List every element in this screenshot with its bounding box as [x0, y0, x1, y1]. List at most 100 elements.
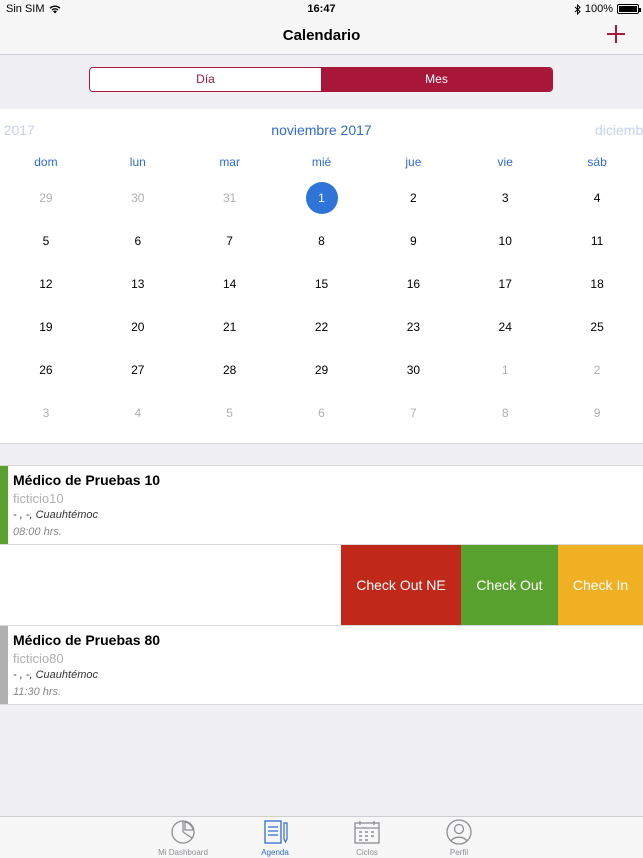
- calendar-day[interactable]: 5: [184, 392, 276, 435]
- event-address: - , -, Cuauhtémoc: [13, 509, 98, 521]
- calendar-day[interactable]: 6: [92, 220, 184, 263]
- battery-icon: [617, 4, 641, 14]
- day-number: 28: [222, 363, 237, 377]
- calendar-icon: [354, 821, 380, 844]
- calendar-day[interactable]: 9: [551, 392, 643, 435]
- calendar-day[interactable]: 8: [459, 392, 551, 435]
- calendar-day[interactable]: 26: [0, 349, 92, 392]
- day-number: 26: [39, 363, 53, 377]
- calendar-week-row: 26 27 28 29 30 1 2: [0, 349, 643, 392]
- day-number: 18: [590, 277, 604, 291]
- check-out-button[interactable]: Check Out: [461, 545, 558, 625]
- calendar-day[interactable]: 22: [276, 306, 368, 349]
- event-list: Médico de Pruebas 10 ficticio10 - , -, C…: [0, 465, 643, 705]
- day-number: 21: [222, 320, 237, 334]
- day-number: 30: [131, 191, 145, 205]
- calendar-day[interactable]: 24: [459, 306, 551, 349]
- weekday-header: dom lun mar mié jue vie sáb: [0, 155, 643, 169]
- segment-month[interactable]: Mes: [321, 68, 552, 91]
- calendar-day[interactable]: 30: [367, 349, 459, 392]
- check-out-ne-button[interactable]: Check Out NE: [341, 545, 461, 625]
- calendar-day[interactable]: 5: [0, 220, 92, 263]
- tab-mi-dashboard[interactable]: Mi Dashboard: [153, 819, 213, 857]
- day-number: 11: [590, 234, 604, 248]
- calendar-day[interactable]: 17: [459, 263, 551, 306]
- month-calendar: e 2017 noviembre 2017 diciemb dom lun ma…: [0, 109, 643, 444]
- status-bar: Sin SIM 16:47 100%: [0, 0, 643, 18]
- calendar-day[interactable]: 4: [92, 392, 184, 435]
- calendar-day[interactable]: 9: [367, 220, 459, 263]
- calendar-day[interactable]: 7: [367, 392, 459, 435]
- swipe-actions-row: Check Out NE Check Out Check In: [0, 545, 643, 625]
- tab-perfil[interactable]: Perfil: [429, 819, 489, 857]
- calendar-day[interactable]: 28: [184, 349, 276, 392]
- tab-ciclos[interactable]: Ciclos: [337, 819, 397, 857]
- weekday-label: vie: [497, 155, 513, 169]
- calendar-day[interactable]: 12: [0, 263, 92, 306]
- calendar-day[interactable]: 10: [459, 220, 551, 263]
- segment-day[interactable]: Día: [90, 68, 321, 91]
- day-number: 7: [226, 234, 233, 248]
- event-card[interactable]: Médico de Pruebas 80 ficticio80 - , -, C…: [0, 625, 643, 705]
- calendar-day[interactable]: 18: [551, 263, 643, 306]
- calendar-day[interactable]: 15: [276, 263, 368, 306]
- day-number: 2: [593, 363, 601, 377]
- calendar-day[interactable]: 4: [551, 177, 643, 220]
- day-number: 6: [134, 234, 142, 248]
- calendar-day[interactable]: 7: [184, 220, 276, 263]
- calendar-day[interactable]: 1: [459, 349, 551, 392]
- weekday-label: lun: [129, 155, 146, 169]
- event-time: 11:30 hrs.: [13, 686, 62, 698]
- weekday-label: sáb: [587, 155, 607, 169]
- calendar-day[interactable]: 14: [184, 263, 276, 306]
- day-number: 29: [314, 363, 329, 377]
- page-title: Calendario: [282, 27, 361, 44]
- calendar-day[interactable]: 23: [367, 306, 459, 349]
- calendar-day[interactable]: 3: [459, 177, 551, 220]
- calendar-week-row: 5 6 7 8 9 10 11: [0, 220, 643, 263]
- calendar-day[interactable]: 1: [276, 177, 368, 220]
- nav-bar: Calendario: [0, 18, 643, 55]
- event-card[interactable]: Médico de Pruebas 10 ficticio10 - , -, C…: [0, 465, 643, 545]
- calendar-day[interactable]: 31: [184, 177, 276, 220]
- day-number: 31: [222, 191, 237, 205]
- calendar-day[interactable]: 13: [92, 263, 184, 306]
- calendar-day[interactable]: 21: [184, 306, 276, 349]
- notebook-icon: [264, 820, 288, 844]
- current-month-label: noviembre 2017: [271, 122, 372, 138]
- day-number: 10: [498, 234, 512, 248]
- day-number: 3: [501, 191, 509, 205]
- calendar-day[interactable]: 20: [92, 306, 184, 349]
- day-number: 25: [590, 320, 604, 334]
- day-number: 7: [410, 406, 417, 420]
- calendar-day[interactable]: 3: [0, 392, 92, 435]
- tab-label: Perfil: [449, 848, 469, 857]
- calendar-day[interactable]: 29: [0, 177, 92, 220]
- day-number: 22: [314, 320, 329, 334]
- calendar-day[interactable]: 2: [551, 349, 643, 392]
- calendar-day[interactable]: 8: [276, 220, 368, 263]
- day-number: 23: [406, 320, 421, 334]
- add-button[interactable]: [605, 23, 627, 45]
- calendar-day[interactable]: 27: [92, 349, 184, 392]
- tab-agenda[interactable]: Agenda: [245, 819, 305, 857]
- calendar-day[interactable]: 2: [367, 177, 459, 220]
- day-number: 5: [42, 234, 50, 248]
- calendar-day[interactable]: 16: [367, 263, 459, 306]
- calendar-day[interactable]: 30: [92, 177, 184, 220]
- calendar-week-row: 19 20 21 22 23 24 25: [0, 306, 643, 349]
- event-status-bar: [0, 626, 8, 704]
- weekday-label: mié: [311, 155, 332, 169]
- calendar-day[interactable]: 6: [276, 392, 368, 435]
- calendar-day[interactable]: 25: [551, 306, 643, 349]
- day-number: 9: [593, 406, 601, 420]
- calendar-day[interactable]: 19: [0, 306, 92, 349]
- day-number: 16: [406, 277, 421, 291]
- event-title: Médico de Pruebas 10: [13, 472, 161, 488]
- check-in-button[interactable]: Check In: [558, 545, 643, 625]
- day-number: 8: [318, 234, 325, 248]
- next-month-label[interactable]: diciemb: [595, 122, 643, 138]
- calendar-day[interactable]: 29: [276, 349, 368, 392]
- calendar-day[interactable]: 11: [551, 220, 643, 263]
- tab-bar: Mi Dashboard Agenda Ciclos Perfil: [0, 816, 643, 858]
